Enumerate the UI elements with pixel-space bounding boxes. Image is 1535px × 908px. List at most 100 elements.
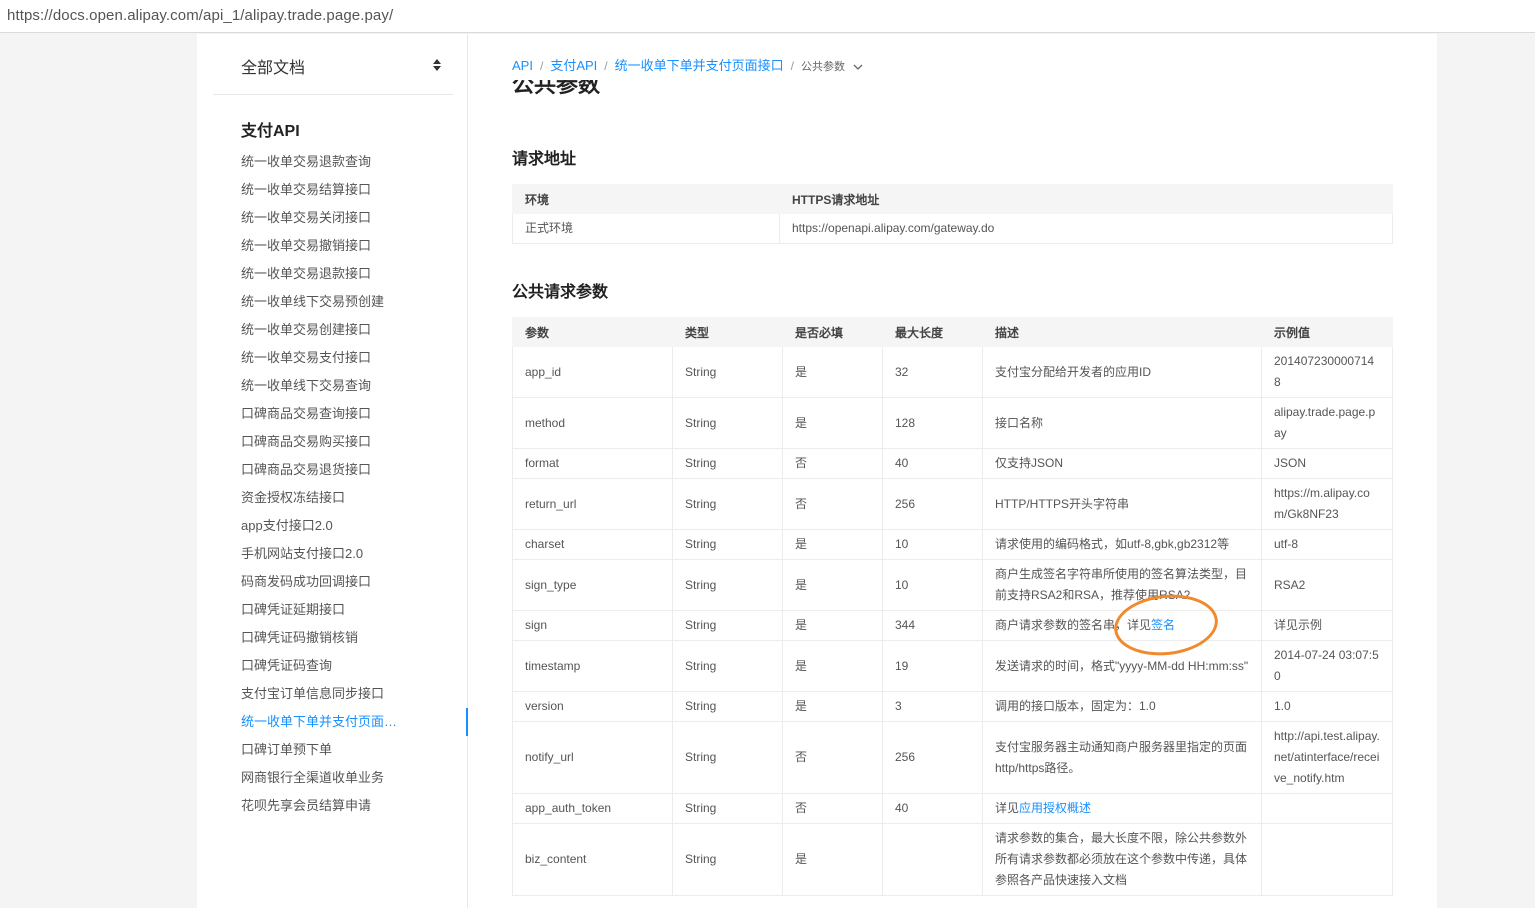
param-type-cell: String: [672, 610, 783, 641]
param-required-cell: 是: [782, 640, 883, 692]
param-type-cell: String: [672, 478, 783, 530]
param-maxlen-cell: 256: [882, 478, 983, 530]
sidebar-item[interactable]: 口碑商品交易购买接口: [197, 428, 468, 456]
table-row: charset String 是 10 请求使用的编码格式，如utf-8,gbk,gb2…: [512, 529, 1393, 560]
table-row: biz_content String 是 请求参数的集合，最大长度不限，除公共参数外所…: [512, 823, 1393, 896]
browser-address-bar[interactable]: https://docs.open.alipay.com/api_1/alipa…: [0, 0, 1535, 33]
sidebar-item[interactable]: 口碑凭证延期接口: [197, 596, 468, 624]
sidebar-item[interactable]: 统一收单下单并支付页面接口: [197, 708, 468, 736]
section-heading-partial: 公共参数: [512, 80, 632, 96]
sidebar-item[interactable]: 口碑凭证码撤销核销: [197, 624, 468, 652]
param-example-cell: 详见示例: [1261, 610, 1393, 641]
sidebar-item-label: 统一收单交易结算接口: [241, 182, 372, 197]
breadcrumb-api[interactable]: API: [512, 58, 533, 73]
sidebar-item[interactable]: 统一收单交易退款查询: [197, 148, 468, 176]
table-row: app_auth_token String 否 40 详见应用授权概述: [512, 793, 1393, 824]
param-maxlen-cell: 40: [882, 793, 983, 824]
sidebar-item[interactable]: 口碑商品交易退货接口: [197, 456, 468, 484]
table-row: return_url String 否 256 HTTP/HTTPS开头字符串 https…: [512, 478, 1393, 530]
param-desc-cell: 商户生成签名字符串所使用的签名算法类型，目前支持RSA2和RSA，推荐使用RSA…: [982, 559, 1262, 611]
breadcrumb-pay-api[interactable]: 支付API: [550, 58, 597, 73]
sidebar-item[interactable]: 码商发码成功回调接口: [197, 568, 468, 596]
sidebar-item[interactable]: 口碑订单预下单: [197, 736, 468, 764]
sidebar-nav-list: 统一收单交易退款查询统一收单交易结算接口统一收单交易关闭接口 统一收单交易撤销接口…: [197, 148, 468, 820]
param-desc-link[interactable]: 应用授权概述: [1019, 801, 1091, 815]
sidebar-item-label: 口碑订单预下单: [241, 742, 333, 757]
table-row: sign String 是 344 商户请求参数的签名串，详见签名 详见示例: [512, 610, 1393, 641]
sidebar-item[interactable]: 统一收单线下交易预创建: [197, 288, 468, 316]
breadcrumb-page-pay[interactable]: 统一收单下单并支付页面接口: [615, 58, 784, 73]
sidebar-item[interactable]: 统一收单交易退款接口: [197, 260, 468, 288]
sidebar-item-label: 口碑凭证延期接口: [241, 602, 346, 617]
table-header-row: 参数 类型 是否必填 最大长度 描述 示例值: [512, 317, 1393, 347]
param-name-cell: sign_type: [512, 559, 673, 611]
param-desc-cell: 接口名称: [982, 397, 1262, 449]
sidebar-item[interactable]: 统一收单交易支付接口: [197, 344, 468, 372]
param-type-cell: String: [672, 559, 783, 611]
sidebar-item[interactable]: 统一收单交易结算接口: [197, 176, 468, 204]
param-type-cell: String: [672, 823, 783, 896]
sidebar-item[interactable]: 口碑凭证码查询: [197, 652, 468, 680]
param-example-cell: utf-8: [1261, 529, 1393, 560]
sidebar-item[interactable]: 网商银行全渠道收单业务: [197, 764, 468, 792]
param-desc-cell: 详见应用授权概述: [982, 793, 1262, 824]
sidebar-item-label: 统一收单线下交易预创建: [241, 294, 385, 309]
sidebar-item-label: 码商发码成功回调接口: [241, 574, 372, 589]
param-desc-cell: 支付宝分配给开发者的应用ID: [982, 346, 1262, 398]
sidebar-item[interactable]: 花呗先享会员结算申请: [197, 792, 468, 820]
param-name-cell: format: [512, 448, 673, 479]
sidebar-item[interactable]: 支付宝订单信息同步接口: [197, 680, 468, 708]
param-name-cell: return_url: [512, 478, 673, 530]
param-name-cell: biz_content: [512, 823, 673, 896]
table-header-cell: 最大长度: [882, 317, 983, 347]
sidebar-section-title: 支付API: [241, 123, 300, 140]
sidebar-item-label: 口碑凭证码查询: [241, 658, 333, 673]
table-row: version String 是 3 调用的接口版本，固定为：1.0 1.0: [512, 691, 1393, 722]
param-type-cell: String: [672, 793, 783, 824]
sidebar-item[interactable]: 统一收单交易关闭接口: [197, 204, 468, 232]
url-text[interactable]: https://docs.open.alipay.com/api_1/alipa…: [7, 7, 393, 24]
sidebar-item-label: 资金授权冻结接口: [241, 490, 346, 505]
param-example-cell: RSA2: [1261, 559, 1393, 611]
env-url-cell: https://openapi.alipay.com/gateway.do: [779, 213, 1393, 244]
param-type-cell: String: [672, 448, 783, 479]
table-row: notify_url String 否 256 支付宝服务器主动通知商户服务器里指定的页…: [512, 721, 1393, 794]
table-row: sign_type String 是 10 商户生成签名字符串所使用的签名算法类型，目前…: [512, 559, 1393, 611]
sidebar-item[interactable]: 手机网站支付接口2.0: [197, 540, 468, 568]
sidebar-item[interactable]: 资金授权冻结接口: [197, 484, 468, 512]
table-header-cell: HTTPS请求地址: [779, 184, 1393, 214]
param-maxlen-cell: 40: [882, 448, 983, 479]
param-required-cell: 是: [782, 610, 883, 641]
breadcrumb-current[interactable]: 公共参数: [801, 61, 845, 73]
param-required-cell: 否: [782, 793, 883, 824]
table-row: method String 是 128 接口名称 alipay.trade.page.pa…: [512, 397, 1393, 449]
breadcrumb-separator: /: [604, 59, 608, 73]
sidebar-item-label: app支付接口2.0: [241, 518, 333, 533]
breadcrumb-separator: /: [539, 59, 544, 73]
sidebar-item[interactable]: 统一收单交易撤销接口: [197, 232, 468, 260]
param-example-cell: http://api.test.alipay.net/atinterface/r…: [1261, 721, 1393, 794]
sidebar-item-label: 口碑凭证码撤销核销: [241, 630, 359, 645]
param-desc-cell: 请求参数的集合，最大长度不限，除公共参数外所有请求参数都必须放在这个参数中传递，…: [982, 823, 1262, 896]
param-type-cell: String: [672, 397, 783, 449]
table-row: 正式环境 https://openapi.alipay.com/gateway.…: [512, 213, 1393, 244]
param-example-cell: [1261, 793, 1393, 824]
chevron-down-icon[interactable]: [853, 63, 863, 71]
sidebar-item-label: 花呗先享会员结算申请: [241, 798, 372, 813]
param-required-cell: 是: [782, 397, 883, 449]
param-maxlen-cell: 256: [882, 721, 983, 794]
sidebar-item[interactable]: 统一收单线下交易查询: [197, 372, 468, 400]
table-header-row: 环境 HTTPS请求地址: [512, 184, 1393, 214]
param-maxlen-cell: 344: [882, 610, 983, 641]
env-name-cell: 正式环境: [512, 213, 780, 244]
table-row: format String 否 40 仅支持JSON JSON: [512, 448, 1393, 479]
sidebar-item[interactable]: 口碑商品交易查询接口: [197, 400, 468, 428]
all-docs-selector[interactable]: 全部文档: [213, 34, 453, 95]
sidebar-item-label: 手机网站支付接口2.0: [241, 546, 364, 561]
param-desc-text: 详见: [995, 801, 1020, 815]
sidebar-item[interactable]: app支付接口2.0: [197, 512, 468, 540]
sidebar-item-label: 统一收单交易创建接口: [241, 322, 372, 337]
sidebar-item-label: 统一收单交易支付接口: [241, 350, 372, 365]
sidebar-item[interactable]: 统一收单交易创建接口: [197, 316, 468, 344]
param-name-cell: version: [512, 691, 673, 722]
